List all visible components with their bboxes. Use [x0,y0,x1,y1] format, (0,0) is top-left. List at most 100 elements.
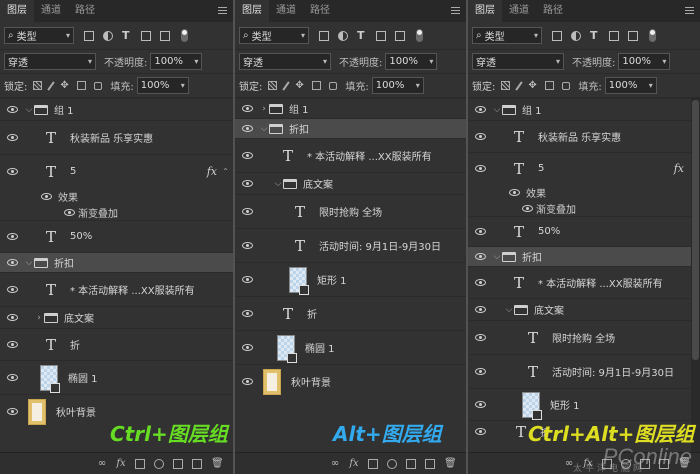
visibility-eye-icon[interactable] [0,134,24,141]
visibility-eye-icon[interactable] [502,188,526,196]
visibility-eye-icon[interactable] [468,165,492,172]
chevron-down-icon[interactable]: ⌵ [24,105,34,115]
blend-mode-select[interactable]: 穿透 ▾ [472,53,564,70]
visibility-eye-icon[interactable] [468,368,492,375]
visibility-eye-icon[interactable] [468,106,492,113]
visibility-eye-icon[interactable] [0,106,24,113]
layer-row-shape[interactable]: 椭圆 1 [0,360,233,394]
layer-row-text[interactable]: T 限时抢购 全场 [468,320,700,354]
layer-row-text[interactable]: T 5 fx ⌃ [0,154,233,188]
filter-smart-object-icon[interactable] [395,30,405,41]
filter-pixel-icon[interactable] [552,30,562,41]
tab-channels[interactable]: 通道 [502,0,536,22]
filter-adjustment-icon[interactable] [571,30,581,41]
filter-kind-select[interactable]: ⌕ 类型 ▾ [4,27,74,44]
mask-icon[interactable] [135,458,145,469]
filter-adjustment-icon[interactable] [338,30,348,41]
new-group-icon[interactable] [406,458,416,469]
visibility-eye-icon[interactable] [520,204,534,212]
lock-position-icon[interactable]: ✥ [295,81,304,91]
layer-row-text[interactable]: T 50% [0,220,233,252]
visibility-eye-icon[interactable] [235,208,259,215]
layer-row-group-selected[interactable]: ⌵ 折扣 [235,118,466,138]
adjustment-icon[interactable] [154,458,164,469]
filter-smart-object-icon[interactable] [628,30,638,41]
chevron-right-icon[interactable]: › [34,313,44,323]
lock-artboard-icon[interactable] [77,81,87,90]
visibility-eye-icon[interactable] [0,341,24,348]
visibility-eye-icon[interactable] [235,344,259,351]
visibility-eye-icon[interactable] [468,253,492,260]
chevron-up-icon[interactable]: ⌃ [222,167,229,176]
layer-row-text[interactable]: T 活动时间: 9月1日-9月30日 [235,228,466,262]
link-icon[interactable]: ∞ [330,458,340,469]
tab-paths[interactable]: 路径 [303,0,337,22]
opacity-input[interactable]: 100% ▾ [385,53,438,70]
layer-row-text[interactable]: T 限时抢购 全场 [235,194,466,228]
layer-row-text[interactable]: T * 本活动解释 ...XX服装所有 [235,138,466,172]
link-icon[interactable]: ∞ [97,458,107,469]
filter-text-icon[interactable]: T [357,30,367,41]
layer-row-text[interactable]: T 折 [0,328,233,360]
layer-row-group[interactable]: ⌵ 底文案 [235,172,466,194]
tab-layers[interactable]: 图层 [468,0,502,22]
visibility-eye-icon[interactable] [0,233,24,240]
tab-layers[interactable]: 图层 [0,0,34,22]
visibility-eye-icon[interactable] [235,378,259,385]
layer-row-text[interactable]: T * 本活动解释 ...XX服装所有 [468,266,700,298]
tab-channels[interactable]: 通道 [34,0,68,22]
filter-shape-icon[interactable] [376,30,386,41]
new-group-icon[interactable] [173,458,183,469]
lock-transparent-icon[interactable] [268,81,278,90]
tab-paths[interactable]: 路径 [536,0,570,22]
filter-pixel-icon[interactable] [319,30,329,41]
visibility-eye-icon[interactable] [235,180,259,187]
chevron-down-icon[interactable]: ⌵ [259,124,269,134]
visibility-eye-icon[interactable] [235,125,259,132]
filter-adjustment-icon[interactable] [103,30,113,41]
fill-input[interactable]: 100% ▾ [604,77,657,94]
chevron-down-icon[interactable]: ⌵ [492,105,502,115]
mask-icon[interactable] [368,458,378,469]
layer-row-text[interactable]: T 5 fx ⌃ [468,152,700,184]
lock-position-icon[interactable]: ✥ [528,81,537,91]
layer-row-text[interactable]: T 秋装新品 乐享实惠 [468,120,700,152]
lock-pixels-icon[interactable] [47,80,56,91]
visibility-eye-icon[interactable] [34,192,58,200]
visibility-eye-icon[interactable] [0,408,24,415]
layer-row-image[interactable]: 秋叶背景 [235,364,466,398]
layer-row-shape[interactable]: 椭圆 1 [235,330,466,364]
layer-row-shape[interactable]: 矩形 1 [235,262,466,296]
trash-icon[interactable]: 🗑 [444,458,457,469]
lock-transparent-icon[interactable] [501,81,511,90]
panel-menu-icon[interactable] [451,7,460,14]
filter-smart-object-icon[interactable] [160,30,170,41]
filter-pixel-icon[interactable] [84,30,94,41]
chevron-down-icon[interactable]: ⌵ [492,252,502,262]
adjustment-icon[interactable] [387,458,397,469]
tab-paths[interactable]: 路径 [68,0,102,22]
visibility-eye-icon[interactable] [0,314,24,321]
filter-toggle[interactable] [416,29,423,42]
layer-row-text[interactable]: T * 本活动解释 ...XX服装所有 [0,272,233,306]
lock-all-icon[interactable] [562,81,571,90]
visibility-eye-icon[interactable] [235,276,259,283]
new-layer-icon[interactable] [192,458,202,469]
layer-row-group1[interactable]: ⌵ 组 1 [468,98,700,120]
lock-pixels-icon[interactable] [282,80,291,91]
opacity-input[interactable]: 100% ▾ [618,53,671,70]
layer-row-group1[interactable]: ⌵ 组 1 [0,98,233,120]
scrollbar-thumb[interactable] [692,100,699,360]
new-layer-icon[interactable] [425,458,435,469]
visibility-eye-icon[interactable] [468,228,492,235]
tab-channels[interactable]: 通道 [269,0,303,22]
visibility-eye-icon[interactable] [468,334,492,341]
lock-all-icon[interactable] [94,81,103,90]
visibility-eye-icon[interactable] [468,428,492,435]
visibility-eye-icon[interactable] [235,105,259,112]
lock-position-icon[interactable]: ✥ [60,81,69,91]
lock-transparent-icon[interactable] [33,81,43,90]
visibility-eye-icon[interactable] [235,310,259,317]
visibility-eye-icon[interactable] [0,168,24,175]
visibility-eye-icon[interactable] [235,242,259,249]
